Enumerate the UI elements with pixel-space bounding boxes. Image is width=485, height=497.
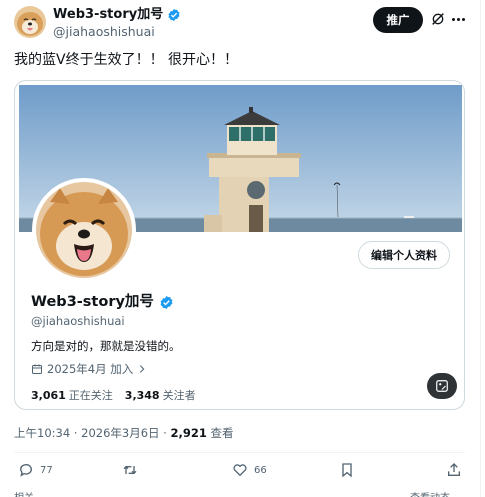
view-activity-link[interactable]: 查看动态 [410, 489, 450, 497]
share-button[interactable] [446, 462, 462, 478]
following-stat[interactable]: 3,061 正在关注 [31, 387, 113, 403]
reply-button[interactable]: 77 [18, 462, 53, 478]
like-button[interactable]: 66 [232, 462, 267, 478]
tweet-date[interactable]: 2026年3月6日 [81, 426, 159, 440]
profile-name: Web3-story加号 [31, 294, 154, 310]
profile-handle: @jiahaoshishuai [31, 314, 125, 328]
follow-stats: 3,061 正在关注 3,348 关注者 [31, 387, 196, 403]
retweet-button[interactable] [122, 462, 138, 478]
timeline-border [480, 0, 481, 497]
profile-bio: 方向是对的，那就是没错的。 [31, 339, 181, 353]
reply-count: 77 [40, 464, 53, 476]
tweet-text: 我的蓝V终于生效了！！ 很开心！！ [14, 52, 239, 68]
calendar-icon [32, 364, 42, 374]
followers-stat[interactable]: 3,348 关注者 [125, 387, 196, 403]
related-label: 相关 [14, 489, 34, 497]
share-icon [448, 463, 460, 476]
promote-button[interactable]: 推广 [373, 7, 423, 33]
heart-icon [233, 464, 247, 477]
action-bar: 77 66 [14, 462, 465, 482]
profile-card[interactable]: 编辑个人资料 Web3-story加号 @jiahaoshishuai 方向是对… [14, 80, 465, 410]
grok-icon[interactable] [430, 11, 446, 27]
edit-profile-button[interactable]: 编辑个人资料 [358, 241, 450, 269]
divider [14, 452, 465, 453]
bookmark-button[interactable] [339, 462, 355, 478]
author-name[interactable]: Web3-story加号 [53, 6, 163, 23]
more-options-icon[interactable] [452, 12, 466, 26]
retweet-icon [123, 465, 137, 475]
views-count: 2,921 [170, 426, 207, 440]
author-avatar[interactable] [14, 6, 46, 38]
image-edit-button[interactable] [427, 373, 457, 399]
joined-text: 2025年4月 加入 [47, 362, 134, 376]
author-handle[interactable]: @jiahaoshishuai [53, 23, 181, 40]
tweet-time[interactable]: 上午10:34 [14, 426, 70, 440]
like-count: 66 [254, 464, 267, 476]
chevron-right-icon[interactable] [137, 364, 147, 374]
verified-badge-icon [168, 8, 180, 21]
tweet-meta: 上午10:34 · 2026年3月6日 · 2,921 查看 [14, 426, 234, 440]
image-edit-icon [436, 380, 448, 392]
profile-avatar[interactable] [32, 178, 136, 282]
verified-badge-icon [160, 295, 173, 309]
author-info[interactable]: Web3-story加号 @jiahaoshishuai [53, 6, 181, 40]
profile-joined: 2025年4月 加入 [31, 361, 147, 377]
reply-icon [19, 464, 32, 477]
bookmark-icon [342, 463, 352, 478]
